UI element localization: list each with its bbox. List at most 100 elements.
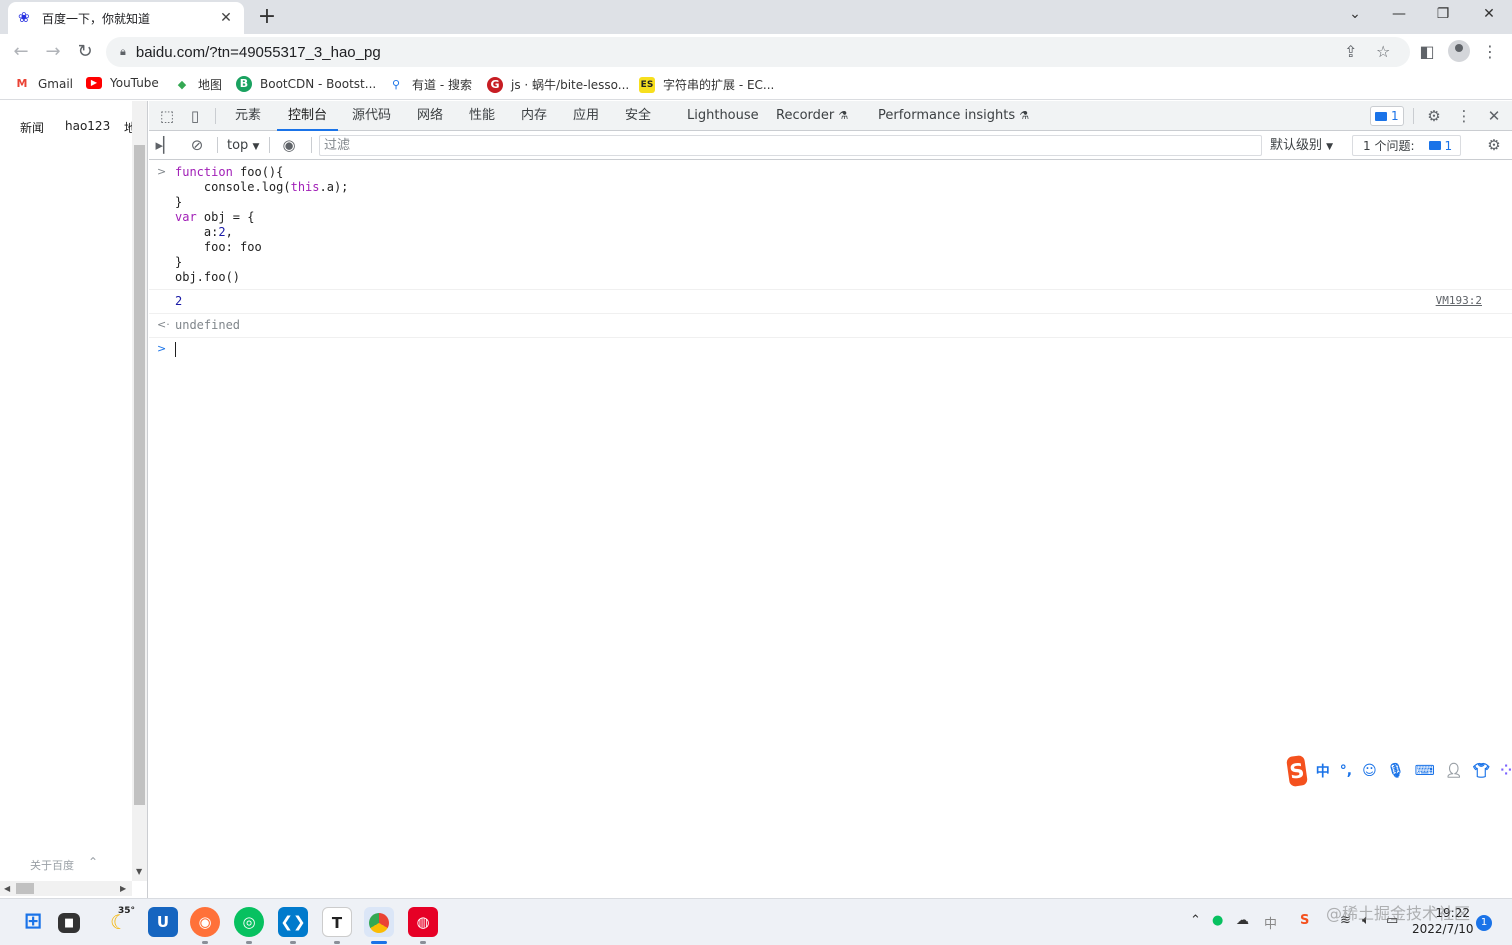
microphone-icon[interactable]: 🎙︎ [1387, 763, 1405, 779]
tab-memory[interactable]: 内存 [521, 101, 547, 131]
url-text: baidu.com/?tn=49055317_3_hao_pg [135, 43, 381, 61]
tab-sources[interactable]: 源代码 [352, 101, 391, 131]
vscode-icon[interactable]: ❮❯ [278, 907, 308, 937]
new-tab-button[interactable]: + [256, 4, 278, 29]
windows-start-icon[interactable]: ⊞ [18, 907, 48, 937]
firefox-icon[interactable]: ◉ [190, 907, 220, 937]
share-icon[interactable]: ⇪ [1344, 37, 1357, 67]
news-link[interactable]: 新闻 [20, 119, 44, 136]
ime-tray-icon[interactable]: 中 [1264, 913, 1277, 932]
customize-kebab-icon[interactable]: ⋮ [1454, 106, 1474, 126]
scroll-left-arrow-icon[interactable]: ◀ [4, 884, 10, 893]
divider [217, 137, 218, 153]
lock-icon[interactable]: 🔒︎ [120, 45, 126, 59]
issues-button[interactable]: 1 个问题: 1 [1352, 135, 1462, 156]
back-button[interactable]: ← [9, 40, 33, 64]
horizontal-scroll-thumb[interactable] [16, 883, 34, 894]
context-label: top [227, 138, 249, 153]
browser-tab[interactable]: ❀ 百度一下，你就知道 ✕ [8, 2, 244, 34]
devtools-tabbar: ⬚ ▯ 元素 控制台 源代码 网络 性能 内存 应用 安全 Lighthouse… [149, 101, 1512, 131]
live-expression-eye-icon[interactable]: ◉ [279, 135, 299, 155]
running-indicator [420, 941, 426, 944]
bookmark-maps[interactable]: ◆ 地图 [174, 76, 222, 93]
vertical-scroll-thumb[interactable] [134, 145, 145, 805]
active-indicator [371, 941, 387, 944]
close-window-button[interactable]: ✕ [1474, 6, 1504, 22]
netease-music-icon[interactable]: ◍ [408, 907, 438, 937]
skin-shirt-icon[interactable]: 👕︎ [1472, 763, 1490, 779]
code-block: function foo(){ console.log(this.a);} var… [175, 165, 1512, 285]
tab-application[interactable]: 应用 [573, 101, 599, 131]
menu-kebab-icon[interactable]: ⋮ [1478, 40, 1502, 64]
show-hidden-icons-chevron[interactable]: ⌃ [1190, 913, 1201, 928]
tab-search-chevron-icon[interactable]: ⌄ [1340, 6, 1370, 22]
bookmark-youtube[interactable]: ▶ YouTube [86, 76, 159, 90]
onedrive-cloud-icon[interactable]: ☁ [1236, 913, 1249, 928]
chrome-icon[interactable] [364, 907, 394, 937]
tab-elements[interactable]: 元素 [235, 101, 261, 131]
console-settings-gear-icon[interactable]: ⚙ [1484, 135, 1504, 155]
bookmark-gmail[interactable]: M Gmail [14, 76, 74, 92]
wechat-icon[interactable]: ◎ [234, 907, 264, 937]
close-devtools-icon[interactable]: ✕ [1484, 106, 1504, 126]
device-toolbar-icon[interactable]: ▯ [185, 106, 205, 126]
scroll-down-arrow-icon[interactable]: ▼ [136, 867, 142, 876]
console-log-entry: 2 VM193:2 [149, 290, 1512, 314]
profile-avatar[interactable] [1448, 40, 1470, 62]
sogou-logo-icon[interactable]: S [1285, 754, 1308, 788]
tab-network[interactable]: 网络 [417, 101, 443, 131]
minimize-button[interactable]: — [1384, 6, 1414, 22]
map-link[interactable]: 地 [124, 119, 132, 136]
keyboard-icon[interactable]: ⌨ [1414, 763, 1434, 779]
tab-performance[interactable]: 性能 [469, 101, 495, 131]
bookmark-youdao[interactable]: ⚲ 有道 - 搜索 [388, 76, 472, 93]
notification-badge[interactable]: 1 [1476, 915, 1492, 931]
log-levels-dropdown[interactable]: 默认级别 ▼ [1270, 135, 1333, 158]
tab-console[interactable]: 控制台 [277, 101, 339, 131]
inspect-element-icon[interactable]: ⬚ [157, 106, 177, 126]
tab-performance-insights[interactable]: Performance insights ⚗ [878, 101, 1029, 131]
tab-lighthouse[interactable]: Lighthouse [687, 101, 759, 131]
source-link[interactable]: VM193:2 [1436, 294, 1482, 307]
bookmark-gitee[interactable]: G js · 蜗牛/bite-lesso... [487, 76, 629, 93]
ime-punctuation-toggle[interactable]: °, [1340, 763, 1352, 779]
sidebar-toggle-icon[interactable]: ▸▏ [155, 135, 175, 155]
wechat-tray-icon[interactable]: ● [1212, 913, 1223, 928]
console-messages-badge[interactable]: 1 [1370, 106, 1404, 126]
address-bar[interactable]: 🔒︎ baidu.com/?tn=49055317_3_hao_pg ⇪ ☆ [106, 37, 1410, 67]
vertical-scrollbar[interactable]: ▼ [132, 101, 147, 881]
apps-grid-icon[interactable]: ⁘ [1500, 763, 1512, 779]
sogou-tray-icon[interactable]: S [1300, 913, 1309, 928]
app-u-icon[interactable]: U [148, 907, 178, 937]
forward-button[interactable]: → [41, 40, 65, 64]
horizontal-scrollbar[interactable]: ◀ ▶ [0, 881, 132, 896]
scroll-right-arrow-icon[interactable]: ▶ [120, 884, 126, 893]
chevron-up-icon[interactable]: ⌃ [88, 855, 98, 869]
console-prompt[interactable]: > [149, 338, 1512, 361]
emoji-icon[interactable]: ☺ [1362, 763, 1377, 779]
bookmark-label: BootCDN - Bootst... [260, 77, 377, 91]
context-selector[interactable]: top ▼ [227, 135, 259, 158]
code-token: obj = { [196, 210, 255, 224]
bookmark-star-icon[interactable]: ☆ [1376, 37, 1390, 67]
close-tab-icon[interactable]: ✕ [218, 10, 234, 26]
bookmark-label: 有道 - 搜索 [412, 78, 472, 92]
user-icon[interactable]: 👤︎ [1445, 763, 1463, 779]
hao123-link[interactable]: hao123 [65, 119, 110, 133]
code-token: this [290, 180, 320, 194]
about-baidu-link[interactable]: 关于百度 [30, 857, 74, 873]
tab-recorder[interactable]: Recorder ⚗ [776, 101, 848, 131]
typora-icon[interactable]: T [322, 907, 352, 937]
tab-security[interactable]: 安全 [625, 101, 651, 131]
side-panel-icon[interactable]: ◧ [1415, 40, 1439, 64]
task-view-icon[interactable]: ▆ [58, 913, 80, 933]
ime-mode-toggle[interactable]: 中 [1316, 761, 1330, 781]
clear-console-icon[interactable]: ⊘ [187, 135, 207, 155]
taskbar: ⊞ ▆ ☾ 35° U ◉ ◎ ❮❯ T ◍ ⌃ ● ☁ 中 S ≋ 🔈︎ ▭ … [0, 898, 1512, 945]
restore-button[interactable]: ❐ [1428, 6, 1458, 22]
console-filter-input[interactable]: 过滤 [319, 135, 1262, 156]
bookmark-es6[interactable]: ES 字符串的扩展 - EC... [639, 76, 774, 93]
bookmark-bootcdn[interactable]: B BootCDN - Bootst... [236, 76, 376, 92]
settings-gear-icon[interactable]: ⚙ [1424, 106, 1444, 126]
reload-button[interactable]: ↻ [73, 40, 97, 64]
